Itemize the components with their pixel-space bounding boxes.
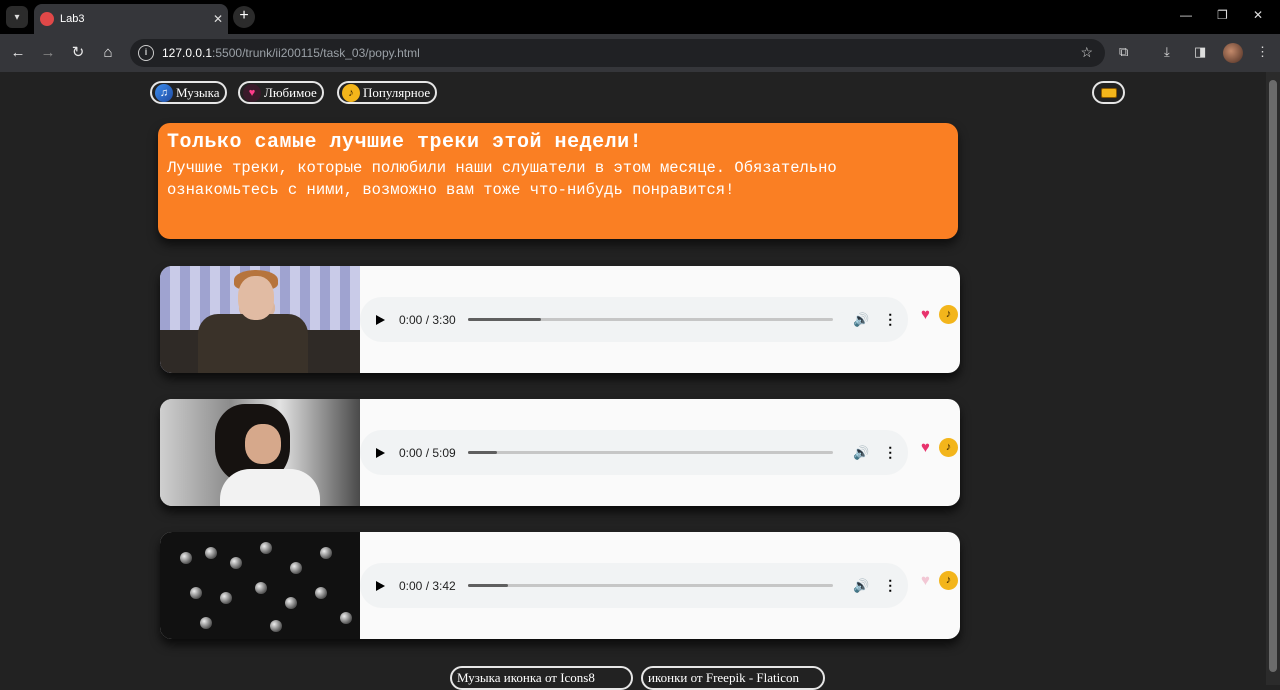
track-cover-image — [160, 266, 360, 373]
address-bar-row: ← → ↻ ⌂ i 127.0.0.1:5500/trunk/ii200115/… — [0, 34, 1280, 72]
like-heart-icon[interactable]: ♥ — [916, 438, 935, 457]
close-window-icon[interactable]: ✕ — [1253, 8, 1263, 22]
footer-credit-2: иконки от Freepik - Flaticon — [648, 670, 799, 685]
more-options-icon[interactable]: ⋮ — [883, 444, 897, 461]
site-info-icon[interactable]: i — [138, 45, 154, 61]
browser-tab[interactable]: Lab3 ✕ — [34, 4, 228, 34]
track-time: 0:00 / 5:09 — [399, 445, 456, 460]
seek-slider[interactable] — [468, 584, 833, 587]
heart-icon: ♥ — [243, 83, 261, 102]
play-icon[interactable] — [376, 447, 385, 458]
popular-note-icon[interactable]: ♪ — [939, 438, 958, 457]
browser-tabbar: ▾ Lab3 ✕ + — ❐ ✕ — [0, 0, 1280, 34]
track-card: 0:00 / 5:09 🔊 ⋮ ♥ ♪ — [160, 399, 960, 506]
forward-icon[interactable]: → — [38, 43, 58, 63]
track-cover-image — [160, 532, 360, 639]
play-icon[interactable] — [376, 314, 385, 325]
banner-text: Лучшие треки, которые полюбили наши слуш… — [167, 159, 837, 199]
footer-credit-1: Музыка иконка от Icons8 — [457, 670, 595, 685]
maximize-icon[interactable]: ❐ — [1217, 8, 1228, 22]
profile-avatar[interactable] — [1223, 43, 1243, 63]
audio-player: 0:00 / 5:09 🔊 ⋮ — [360, 430, 908, 475]
seek-slider[interactable] — [468, 451, 833, 454]
footer-credit-flaticon[interactable]: иконки от Freepik - Flaticon — [641, 666, 825, 690]
nav-popular-button[interactable]: ♪ Популярное — [337, 81, 438, 104]
nav-music-label: Музыка — [176, 84, 220, 100]
audio-player: 0:00 / 3:30 🔊 ⋮ — [360, 297, 908, 342]
more-options-icon[interactable]: ⋮ — [883, 311, 897, 328]
play-icon[interactable] — [376, 580, 385, 591]
url-input[interactable]: i 127.0.0.1:5500/trunk/ii200115/task_03/… — [130, 39, 1105, 67]
seek-slider[interactable] — [468, 318, 833, 321]
volume-icon[interactable]: 🔊 — [853, 445, 869, 461]
back-icon[interactable]: ← — [8, 43, 28, 63]
hero-banner: Только самые лучшие треки этой недели! Л… — [158, 123, 958, 239]
like-heart-icon[interactable]: ♥ — [916, 571, 935, 590]
browser-menu-icon[interactable]: ⋮ — [1256, 44, 1269, 60]
like-heart-icon[interactable]: ♥ — [916, 305, 935, 324]
page-scrollbar[interactable] — [1266, 72, 1280, 685]
bookmark-star-icon[interactable]: ☆ — [1080, 44, 1093, 61]
track-card: 0:00 / 3:30 🔊 ⋮ ♥ ♪ — [160, 266, 960, 373]
tab-title: Lab3 — [60, 13, 85, 25]
close-tab-icon[interactable]: ✕ — [208, 12, 228, 26]
nav-popular-label: Популярное — [363, 84, 431, 100]
more-options-icon[interactable]: ⋮ — [883, 577, 897, 594]
extensions-icon[interactable]: ⧉ — [1119, 44, 1128, 60]
nav-favorites-label: Любимое — [264, 84, 317, 100]
new-tab-button[interactable]: + — [233, 6, 255, 28]
banner-title: Только самые лучшие треки этой недели! — [167, 131, 643, 154]
home-icon[interactable]: ⌂ — [98, 43, 118, 63]
audio-player: 0:00 / 3:42 🔊 ⋮ — [360, 563, 908, 608]
page-content: ♫ Музыка ♥ Любимое ♪ Популярное Только с… — [0, 72, 1266, 690]
cassette-button[interactable] — [1092, 81, 1125, 104]
note-icon: ♪ — [342, 83, 360, 102]
reload-icon[interactable]: ↻ — [68, 43, 88, 63]
url-path: :5500/trunk/ii200115/task_03/popy.html — [212, 46, 420, 60]
side-panel-icon[interactable]: ◨ — [1194, 44, 1206, 60]
tab-search-button[interactable]: ▾ — [6, 6, 28, 28]
seek-progress — [468, 584, 509, 587]
music-icon: ♫ — [155, 83, 173, 102]
popular-note-icon[interactable]: ♪ — [939, 305, 958, 324]
favicon-icon — [40, 12, 54, 26]
seek-progress — [468, 318, 541, 321]
track-cover-image — [160, 399, 360, 506]
url-host: 127.0.0.1 — [162, 46, 213, 60]
track-card: 0:00 / 3:42 🔊 ⋮ ♥ ♪ — [160, 532, 960, 639]
volume-icon[interactable]: 🔊 — [853, 578, 869, 594]
nav-favorites-button[interactable]: ♥ Любимое — [238, 81, 324, 104]
popular-note-icon[interactable]: ♪ — [939, 571, 958, 590]
track-time: 0:00 / 3:30 — [399, 312, 456, 327]
nav-music-button[interactable]: ♫ Музыка — [150, 81, 227, 104]
volume-icon[interactable]: 🔊 — [853, 312, 869, 328]
downloads-icon[interactable]: ⤓ — [1164, 44, 1170, 60]
minimize-icon[interactable]: — — [1180, 8, 1192, 22]
track-time: 0:00 / 3:42 — [399, 578, 456, 593]
footer-credit-icons8[interactable]: Музыка иконка от Icons8 — [450, 666, 633, 690]
cassette-icon — [1100, 87, 1117, 98]
seek-progress — [468, 451, 498, 454]
scrollbar-thumb[interactable] — [1269, 80, 1277, 672]
